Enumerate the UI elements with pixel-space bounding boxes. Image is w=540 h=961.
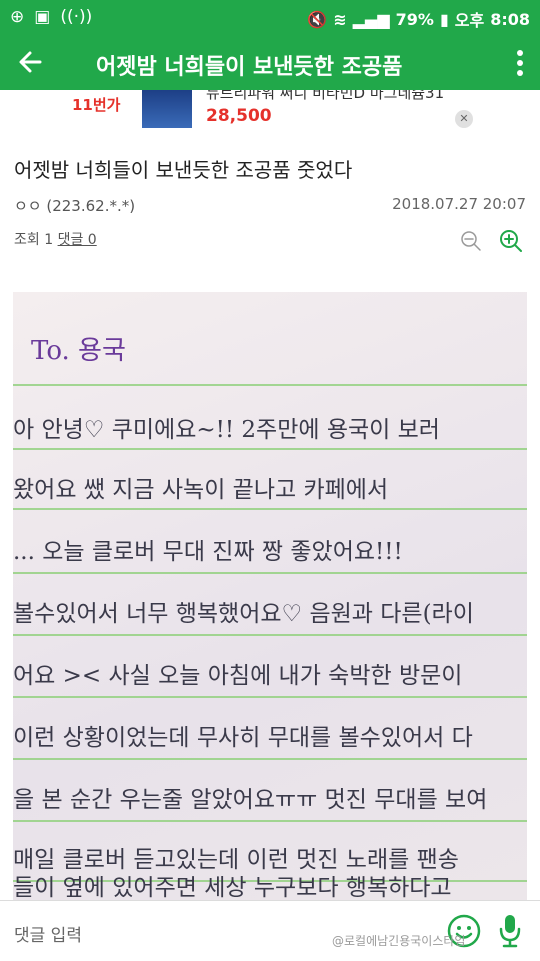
post-meta: 조회 1 댓글 0	[14, 229, 97, 249]
battery-level: 79%	[395, 9, 434, 29]
more-options-icon[interactable]	[516, 50, 524, 76]
clock: 8:08	[490, 9, 530, 29]
comment-count-link[interactable]: 댓글 0	[58, 232, 97, 248]
ad-price: 28,500	[206, 106, 272, 126]
signal-icon: ▂▄▆	[352, 9, 390, 29]
post-author: ㅇㅇ (223.62.*.*)	[14, 197, 136, 215]
status-bar: ⊕ ▣ ((·)) 🔇 ≋ ▂▄▆ 79% ▮ 오후 8:08	[0, 0, 540, 36]
letter-line-2: 왔어요 쌨 지금 사녹이 끝나고 카페에서	[13, 477, 389, 503]
ad-banner[interactable]: 11번가 뉴트리파워 써니 비타민D 마그네슘31 28,500 ✕	[0, 90, 540, 134]
back-arrow-icon[interactable]	[14, 46, 46, 78]
letter-line-1: 아 안녕♡ 쿠미에요~!! 2주만에 용국이 보러	[13, 417, 440, 443]
radio-notification-icon: ((·))	[60, 7, 93, 27]
battery-icon: ▮	[439, 9, 449, 29]
letter-line-4: 볼수있어서 너무 행복했어요♡ 음원과 다른(라이	[13, 601, 474, 627]
letter-photo: To. 용국 아 안녕♡ 쿠미에요~!! 2주만에 용국이 보러 왔어요 쌨 지…	[13, 292, 527, 900]
post-date: 2018.07.27 20:07	[392, 195, 526, 213]
app-bar-title: 어젯밤 너희들이 보낸듯한 조공품	[96, 55, 403, 80]
post-title: 어젯밤 너희들이 보낸듯한 조공품 줏었다	[14, 158, 353, 182]
letter-line-9: 들이 옆에 있어주면 세상 누구보다 행복하다고	[13, 875, 452, 900]
letter-line-6: 이런 상황이었는데 무사히 무대를 볼수있어서 다	[13, 725, 473, 751]
zoom-in-icon[interactable]	[499, 229, 523, 253]
letter-line-7: 을 본 순간 우는줄 알았어요ㅠㅠ 멋진 무대를 보여	[13, 787, 488, 813]
wifi-icon: ≋	[333, 9, 347, 29]
ad-close-icon[interactable]: ✕	[455, 110, 473, 128]
comment-input[interactable]: 댓글 입력	[14, 921, 82, 946]
view-count: 조회 1	[14, 232, 54, 248]
app-notification-icon: ⊕	[10, 7, 25, 27]
image-notification-icon: ▣	[34, 7, 51, 27]
mute-icon: 🔇	[307, 9, 328, 29]
letter-line-5: 어요 >< 사실 오늘 아침에 내가 숙박한 방문이	[13, 663, 463, 689]
ad-product-title: 뉴트리파워 써니 비타민D 마그네슘31	[206, 90, 445, 102]
letter-line-3: ... 오늘 클로버 무대 진짜 짱 좋았어요!!!	[13, 539, 403, 565]
comment-bar: 댓글 입력	[0, 900, 540, 961]
app-bar: 어젯밤 너희들이 보낸듯한 조공품	[0, 36, 540, 90]
zoom-out-icon[interactable]	[460, 230, 482, 252]
microphone-icon[interactable]	[498, 913, 522, 949]
letter-salutation: To. 용국	[31, 336, 126, 366]
ad-product-image	[142, 90, 192, 128]
watermark: @로컬에남긴용국이스타임	[332, 934, 466, 948]
ad-brand-label: 11번가	[72, 96, 121, 114]
time-period: 오후	[454, 11, 485, 30]
